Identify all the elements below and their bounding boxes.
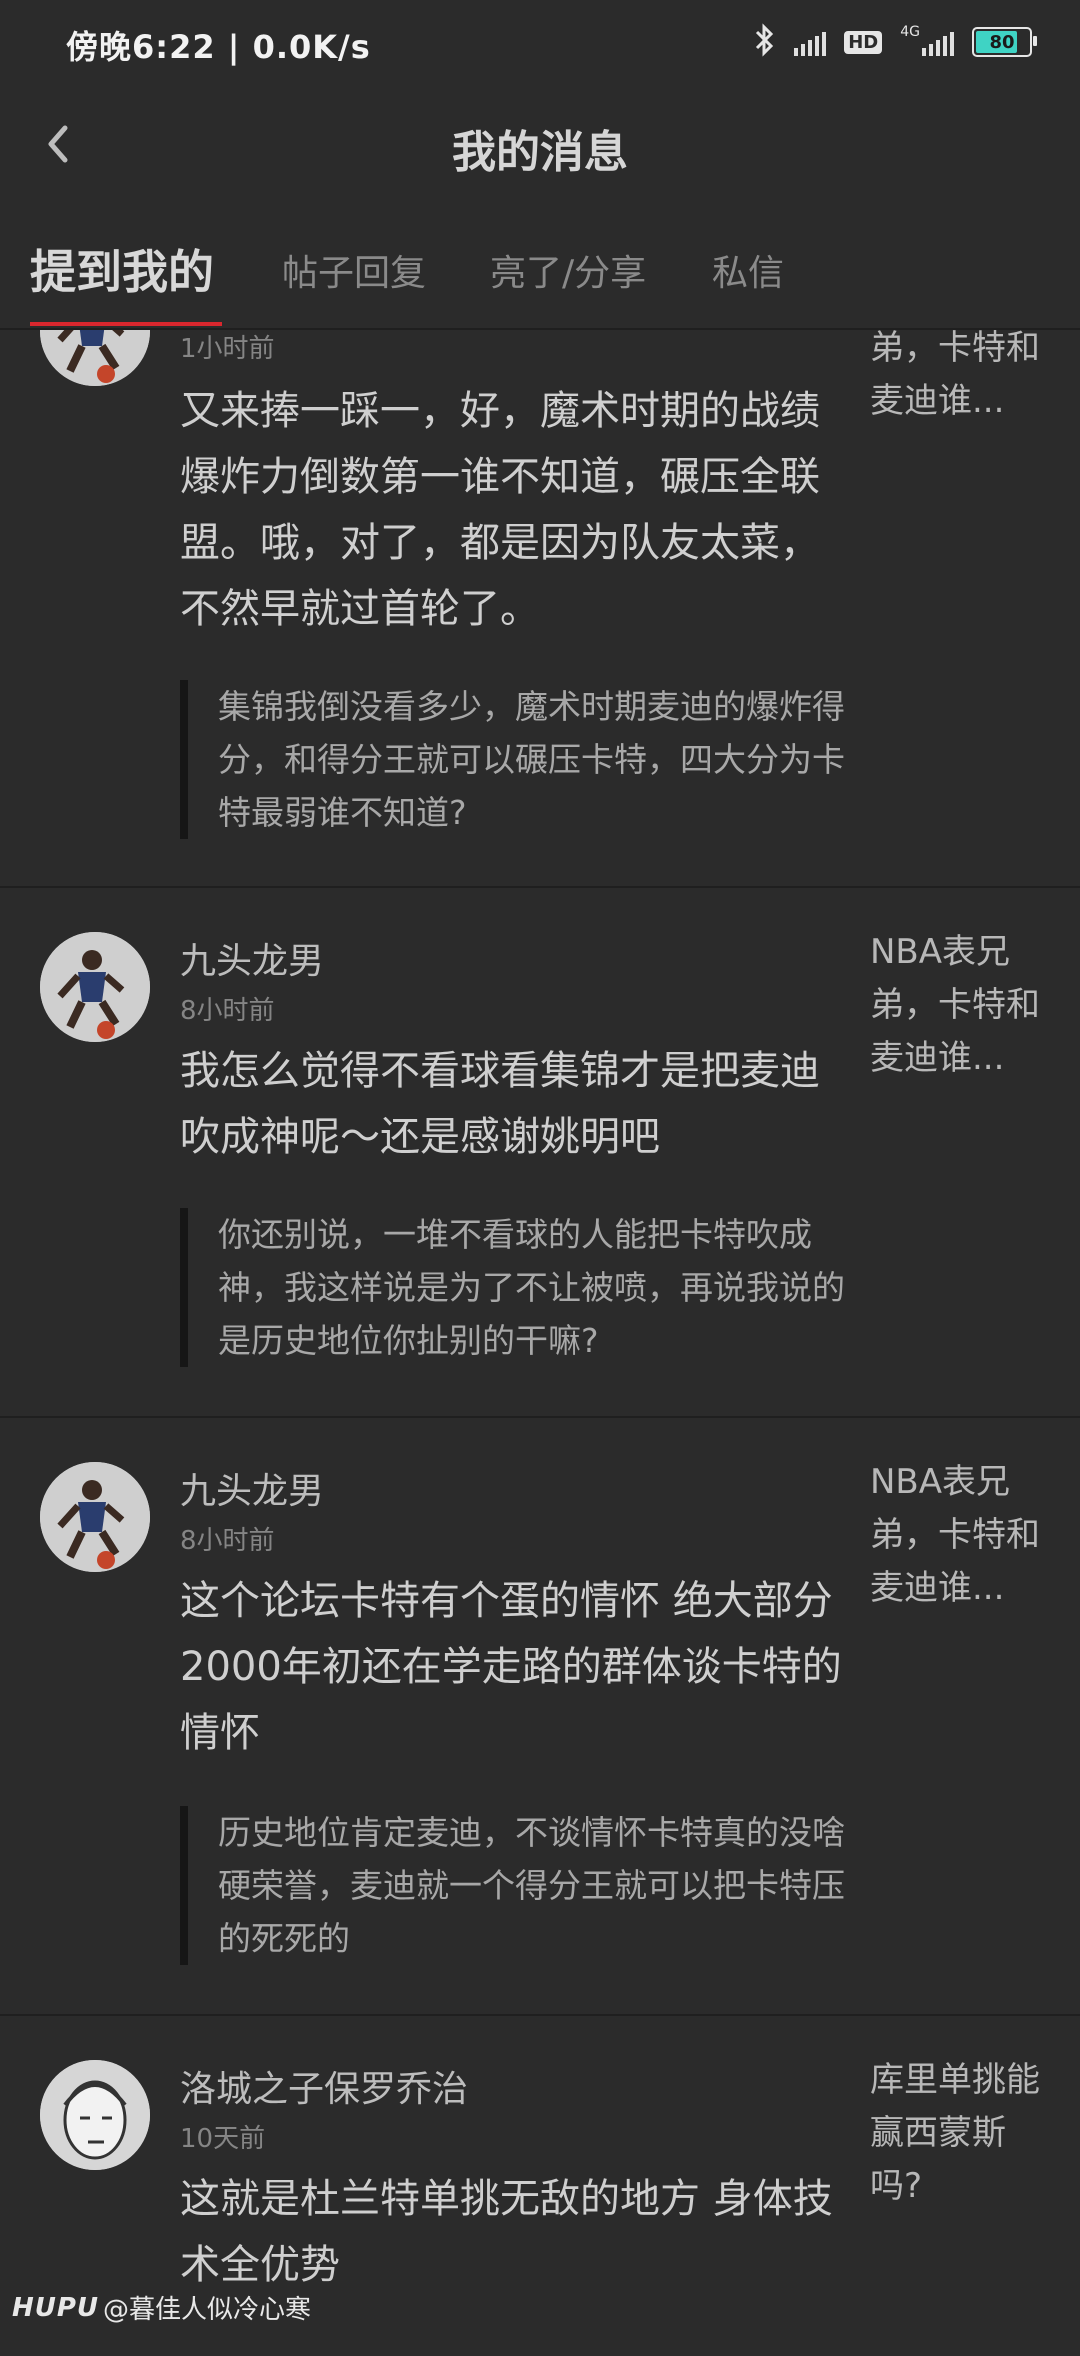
quoted-text: 集锦我倒没看多少，魔术时期麦迪的爆炸得分，和得分王就可以碾压卡特，四大分为卡特最… <box>180 680 860 839</box>
app-header: 我的消息 <box>0 86 1080 205</box>
avatar[interactable] <box>40 1462 150 1572</box>
message-tabs: 提到我的 帖子回复 亮了/分享 私信 <box>0 204 1080 330</box>
username[interactable]: 九头龙男 <box>180 1462 324 1514</box>
tab-private-messages[interactable]: 私信 <box>712 244 784 296</box>
hd-badge: HD <box>844 30 883 54</box>
quoted-text: 历史地位肯定麦迪，不谈情怀卡特真的没啥硬荣誉，麦迪就一个得分王就可以把卡特压的死… <box>180 1806 860 1965</box>
message-time: 8小时前 <box>180 1526 275 1556</box>
message-item[interactable]: 1小时前 又来捧一踩一，好，魔术时期的战绩爆炸力倒数第一谁不知道，碾压全联盟。哦… <box>0 276 1080 888</box>
network-type: 4G <box>900 24 920 40</box>
active-tab-indicator <box>30 322 222 326</box>
watermark-text: @暮佳人似冷心寒 <box>103 2295 312 2325</box>
tab-post-replies[interactable]: 帖子回复 <box>282 244 426 296</box>
battery-level: 80 <box>989 31 1015 53</box>
thread-title[interactable]: NBA表兄弟，卡特和麦迪谁... <box>870 926 1050 1085</box>
username[interactable]: 九头龙男 <box>180 932 324 984</box>
reply-text[interactable]: 我怎么觉得不看球看集锦才是把麦迪吹成神呢～还是感谢姚明吧 <box>180 1038 850 1170</box>
message-item[interactable]: 九头龙男 8小时前 我怎么觉得不看球看集锦才是把麦迪吹成神呢～还是感谢姚明吧 你… <box>0 888 1080 1418</box>
watermark-brand: HUPU <box>12 2292 100 2323</box>
battery-icon: 80 <box>972 27 1037 57</box>
avatar[interactable] <box>40 2060 150 2170</box>
cell-signal-icon <box>922 28 954 56</box>
wifi-signal-icon <box>794 28 827 56</box>
message-time: 1小时前 <box>180 334 275 364</box>
quoted-text: 你还别说，一堆不看球的人能把卡特吹成神，我这样说是为了不让被喷，再说我说的是历史… <box>180 1208 860 1367</box>
message-item[interactable]: 九头龙男 8小时前 这个论坛卡特有个蛋的情怀 绝大部分2000年初还在学走路的群… <box>0 1418 1080 2016</box>
message-list: 1小时前 又来捧一踩一，好，魔术时期的战绩爆炸力倒数第一谁不知道，碾压全联盟。哦… <box>0 276 1080 2356</box>
page-title: 我的消息 <box>452 127 628 178</box>
avatar[interactable] <box>40 932 150 1042</box>
username[interactable]: 洛城之子保罗乔治 <box>180 2060 468 2112</box>
thread-title[interactable]: 库里单挑能赢西蒙斯吗? <box>870 2054 1050 2213</box>
reply-text[interactable]: 这个论坛卡特有个蛋的情怀 绝大部分2000年初还在学走路的群体谈卡特的情怀 <box>180 1568 850 1766</box>
tab-likes-shares[interactable]: 亮了/分享 <box>490 244 646 296</box>
watermark: HUPU @暮佳人似冷心寒 <box>12 2289 311 2326</box>
message-time: 10天前 <box>180 2124 266 2154</box>
battery-tip <box>1033 36 1037 46</box>
message-time: 8小时前 <box>180 996 275 1026</box>
status-icons: HD 4G 80 <box>754 22 1037 62</box>
status-bar: 傍晚6:22 | 0.0K/s HD 4G 80 <box>0 0 1080 86</box>
thread-title[interactable]: NBA表兄弟，卡特和麦迪谁... <box>870 1456 1050 1615</box>
status-time-speed: 傍晚6:22 | 0.0K/s <box>66 28 371 66</box>
bluetooth-icon <box>754 23 776 61</box>
reply-text[interactable]: 这就是杜兰特单挑无敌的地方 身体技术全优势 <box>180 2166 850 2298</box>
reply-text[interactable]: 又来捧一踩一，好，魔术时期的战绩爆炸力倒数第一谁不知道，碾压全联盟。哦，对了，都… <box>180 378 850 642</box>
thread-title[interactable]: 弟，卡特和麦迪谁... <box>870 322 1050 428</box>
tab-mentions[interactable]: 提到我的 <box>30 236 214 302</box>
